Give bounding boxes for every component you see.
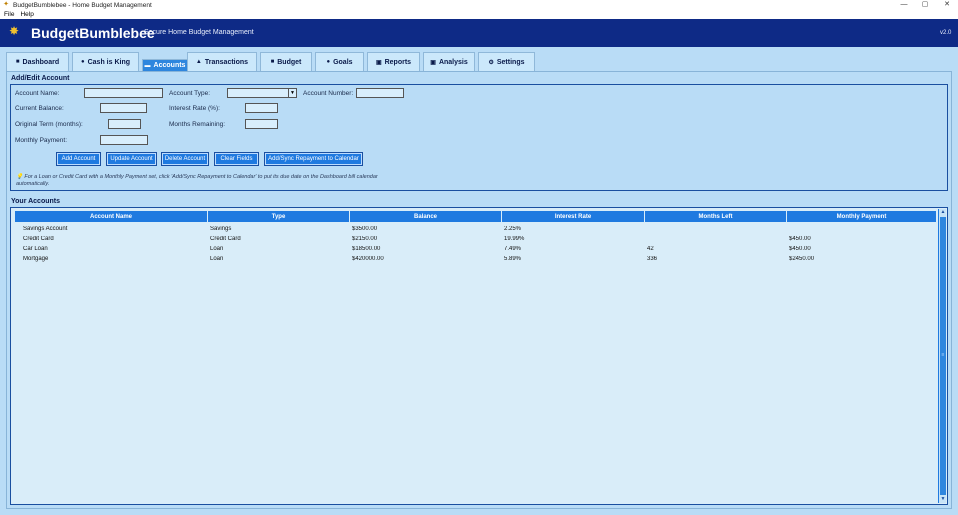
version-label: v2.0 — [940, 30, 952, 36]
bee-logo-icon: ✸ — [9, 24, 20, 38]
accounts-table: Account Name Type Balance Interest Rate … — [10, 207, 948, 505]
tab-cash-is-king[interactable]: ● Cash is King — [72, 52, 139, 71]
tab-dashboard[interactable]: ■ Dashboard — [6, 52, 69, 71]
budget-icon: ■ — [270, 59, 275, 65]
sync-repayment-button[interactable]: Add/Sync Repayment to Calendar — [264, 152, 363, 166]
settings-icon: ⚙ — [488, 59, 494, 66]
chevron-down-icon[interactable]: ▼ — [288, 89, 296, 97]
column-header-type[interactable]: Type — [208, 211, 350, 222]
tab-bar: ■ Dashboard ● Cash is King ▬ Accounts ▲ Tran… — [6, 52, 952, 72]
bee-app-icon: ✦ — [3, 1, 9, 8]
cell-balance: $18500.00 — [352, 246, 381, 252]
current-balance-label: Current Balance: — [15, 105, 64, 112]
monthly-payment-label: Monthly Payment: — [15, 137, 68, 144]
reports-icon: ▣ — [375, 59, 382, 66]
tab-reports[interactable]: ▣ Reports — [367, 52, 420, 71]
cell-monthly-payment: $450.00 — [789, 246, 811, 252]
column-header-account-name[interactable]: Account Name — [15, 211, 208, 222]
cell-type: Loan — [210, 256, 224, 262]
interest-rate-label: Interest Rate (%): — [169, 105, 220, 112]
minimize-icon[interactable]: — — [893, 0, 915, 10]
brand-name: BudgetBumblebee — [31, 25, 155, 41]
months-remaining-label: Months Remaining: — [169, 121, 225, 128]
cell-type: Credit Card — [210, 236, 241, 242]
table-row[interactable]: Car Loan Loan $18500.00 7.49% 42 $450.00 — [15, 244, 937, 254]
table-scrollbar[interactable]: ▲ ≡ ▼ — [938, 209, 946, 503]
monthly-payment-input[interactable] — [100, 135, 148, 145]
add-edit-account-title: Add/Edit Account — [11, 75, 70, 82]
cell-monthly-payment: $450.00 — [789, 236, 811, 242]
delete-account-button[interactable]: Delete Account — [161, 152, 209, 166]
cell-balance: $2150.00 — [352, 236, 378, 242]
maximize-icon[interactable]: ▢ — [914, 0, 936, 10]
tab-accounts[interactable]: ▬ Accounts — [142, 59, 188, 71]
close-icon[interactable]: ✕ — [936, 0, 958, 10]
tagline: Secure Home Budget Management — [144, 29, 254, 36]
grip-icon: ≡ — [941, 352, 945, 358]
months-remaining-input[interactable] — [245, 119, 278, 129]
menu-help[interactable]: Help — [20, 11, 33, 18]
cell-account-name: Mortgage — [23, 256, 49, 262]
cell-months-left: 336 — [647, 256, 658, 262]
table-row[interactable]: Mortgage Loan $420000.00 5.89% 336 $2450… — [15, 254, 937, 264]
cell-interest-rate: 7.49% — [504, 246, 522, 252]
account-type-label: Account Type: — [169, 90, 211, 97]
cash-icon: ● — [80, 59, 85, 65]
app-header: ✸ BudgetBumblebee Secure Home Budget Man… — [0, 19, 958, 47]
cell-balance: $3500.00 — [352, 226, 378, 232]
sync-hint-text: 💡 For a Loan or Credit Card with a Month… — [16, 174, 378, 187]
tab-analysis[interactable]: ▣ Analysis — [423, 52, 475, 71]
tab-goals[interactable]: ● Goals — [315, 52, 364, 71]
analysis-icon: ▣ — [430, 59, 436, 66]
cell-months-left: 42 — [647, 246, 654, 252]
add-account-button[interactable]: Add Account — [56, 152, 101, 166]
column-header-monthly-payment[interactable]: Monthly Payment — [787, 211, 937, 222]
account-name-label: Account Name: — [15, 90, 60, 97]
interest-rate-input[interactable] — [245, 103, 278, 113]
tab-budget[interactable]: ■ Budget — [260, 52, 312, 71]
transactions-icon: ▲ — [195, 59, 202, 65]
window-title: BudgetBumblebee - Home Budget Management — [13, 1, 152, 9]
account-number-label: Account Number: — [303, 90, 354, 97]
cell-interest-rate: 2.25% — [504, 226, 522, 232]
original-term-label: Original Term (months): — [15, 121, 83, 128]
original-term-input[interactable] — [108, 119, 141, 129]
column-header-balance[interactable]: Balance — [350, 211, 502, 222]
title-bar: ✦ BudgetBumblebee - Home Budget Manageme… — [0, 0, 958, 10]
tab-transactions[interactable]: ▲ Transactions — [187, 52, 257, 71]
cell-balance: $420000.00 — [352, 256, 384, 262]
account-type-select[interactable]: ▼ — [227, 88, 297, 98]
cell-account-name: Car Loan — [23, 246, 48, 252]
goals-icon: ● — [326, 59, 331, 65]
table-body: Savings Account Savings $3500.00 2.25% C… — [15, 224, 937, 264]
account-number-input[interactable] — [356, 88, 404, 98]
tab-settings[interactable]: ⚙ Settings — [478, 52, 535, 71]
column-header-interest-rate[interactable]: Interest Rate — [502, 211, 645, 222]
cell-type: Savings — [210, 226, 232, 232]
menu-bar: File Help — [0, 10, 958, 19]
accounts-icon: ▬ — [144, 62, 151, 69]
cell-interest-rate: 5.89% — [504, 256, 522, 262]
scroll-down-icon[interactable]: ▼ — [939, 496, 947, 503]
cell-account-name: Savings Account — [23, 226, 68, 232]
dashboard-icon: ■ — [15, 59, 20, 65]
table-row[interactable]: Credit Card Credit Card $2150.00 19.99% … — [15, 234, 937, 244]
cell-account-name: Credit Card — [23, 236, 54, 242]
menu-file[interactable]: File — [4, 11, 14, 18]
column-header-months-left[interactable]: Months Left — [645, 211, 787, 222]
your-accounts-title: Your Accounts — [11, 198, 61, 205]
cell-monthly-payment: $2450.00 — [789, 256, 815, 262]
cell-interest-rate: 19.99% — [504, 236, 525, 242]
current-balance-input[interactable] — [100, 103, 147, 113]
clear-fields-button[interactable]: Clear Fields — [214, 152, 259, 166]
update-account-button[interactable]: Update Account — [106, 152, 157, 166]
table-header: Account Name Type Balance Interest Rate … — [15, 211, 937, 222]
scroll-up-icon[interactable]: ▲ — [939, 209, 947, 216]
table-row[interactable]: Savings Account Savings $3500.00 2.25% — [15, 224, 937, 234]
cell-type: Loan — [210, 246, 224, 252]
account-name-input[interactable] — [84, 88, 163, 98]
